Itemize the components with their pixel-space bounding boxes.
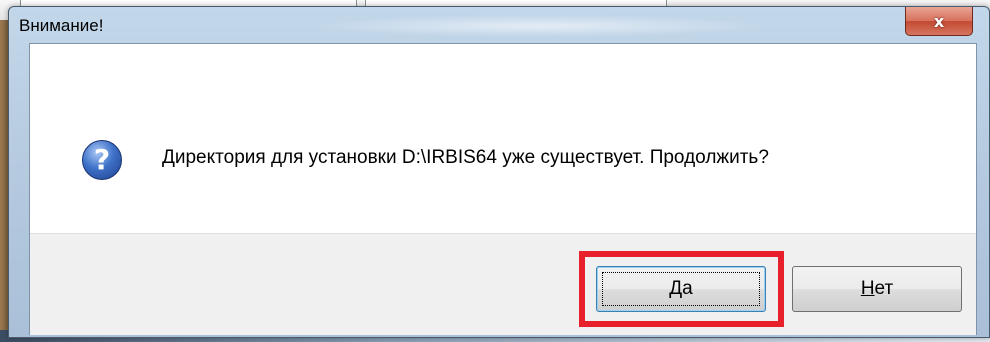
close-icon: x [933,11,945,31]
no-button-label: Нет [860,278,894,299]
message-text: Директория для установки D:\IRBIS64 уже … [162,147,769,168]
no-button[interactable]: Нет [792,266,962,312]
title-glow [309,15,769,37]
dialog-title: Внимание! [19,16,104,35]
question-icon: ? [82,140,122,180]
dialog-titlebar[interactable]: Внимание! x [9,7,989,41]
message-dialog: Внимание! x ? Директория для установки D… [8,6,990,338]
message-area: ? Директория для установки D:\IRBIS64 уж… [30,44,976,233]
highlight-annotation-box [579,251,784,327]
button-area: Да Нет [30,233,976,335]
close-button[interactable]: x [905,7,973,36]
dialog-body: ? Директория для установки D:\IRBIS64 уж… [29,43,977,335]
